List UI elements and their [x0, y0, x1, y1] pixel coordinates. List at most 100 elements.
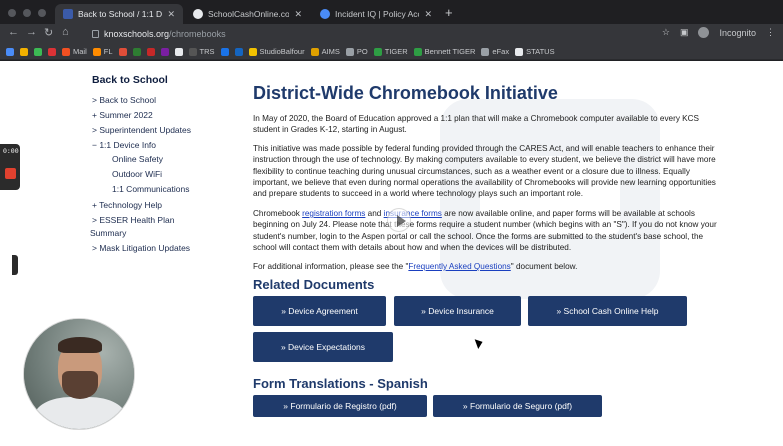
- address-bar[interactable]: knoxschools.org/chromebooks: [92, 27, 690, 41]
- sidebar-item-esser-summary[interactable]: Summary: [90, 228, 126, 238]
- forms-text: Chromebook: [253, 209, 303, 218]
- menu-dots-icon[interactable]: ⋮: [766, 27, 775, 38]
- url-path: /chromebooks: [169, 29, 226, 39]
- bookmark-item[interactable]: PO: [345, 47, 368, 56]
- recorder-drawer-handle[interactable]: [12, 255, 18, 275]
- bookmark-item[interactable]: [6, 47, 14, 56]
- tab-bar: Back to School / 1:1 Device Info ✕ Schoo…: [0, 0, 783, 24]
- registration-forms-link[interactable]: registration forms: [302, 209, 365, 218]
- close-icon[interactable]: ✕: [294, 9, 302, 20]
- bookmark-item[interactable]: [146, 47, 155, 56]
- video-play-icon[interactable]: [387, 208, 411, 232]
- home-icon[interactable]: ⌂: [62, 26, 69, 38]
- bookmark-item[interactable]: FL: [92, 47, 113, 56]
- bookmark-favicon-icon: [160, 47, 169, 56]
- bookmark-item[interactable]: TIGER: [373, 47, 408, 56]
- bookmark-item[interactable]: [48, 47, 56, 56]
- bookmark-item[interactable]: TRS: [188, 47, 215, 56]
- bookmark-label: Mail: [73, 47, 87, 56]
- close-icon[interactable]: ✕: [424, 9, 432, 20]
- bookmark-item[interactable]: [132, 47, 141, 56]
- window-controls[interactable]: [8, 9, 46, 17]
- bookmark-label: PO: [356, 47, 368, 56]
- sidebar-item-mask-litigation[interactable]: > Mask Litigation Updates: [92, 243, 190, 253]
- stop-recording-button[interactable]: [5, 168, 16, 179]
- bookmark-label: TIGER: [384, 47, 408, 56]
- bookmark-favicon-icon: [92, 47, 101, 56]
- bookmark-item[interactable]: [20, 47, 28, 56]
- faq-link[interactable]: Frequently Asked Questions: [408, 262, 510, 271]
- bookmark-item[interactable]: Bennett TIGER: [413, 47, 476, 56]
- bookmark-item[interactable]: StudioBalfour: [248, 47, 305, 56]
- sidebar-item-communications[interactable]: 1:1 Communications: [112, 184, 189, 194]
- webcam-bubble[interactable]: [23, 318, 135, 430]
- page-title: District-Wide Chromebook Initiative: [253, 83, 558, 103]
- sidebar-title: Back to School: [92, 74, 168, 86]
- profile-label[interactable]: Incognito: [719, 28, 756, 38]
- new-tab-icon[interactable]: +: [445, 5, 453, 20]
- bookmark-item[interactable]: eFax: [481, 47, 509, 56]
- tab-schoolcash[interactable]: SchoolCashOnline.com: Welc ✕: [185, 4, 310, 24]
- bookmark-label: STATUS: [526, 47, 555, 56]
- bookmark-label: Bennett TIGER: [424, 47, 476, 56]
- bookmark-favicon-icon: [6, 47, 14, 56]
- sidebar-item-superintendent-updates[interactable]: > Superintendent Updates: [92, 125, 191, 135]
- bookmark-favicon-icon: [234, 47, 243, 56]
- bookmark-item[interactable]: [174, 47, 183, 56]
- tab-favicon: [193, 9, 203, 19]
- sidebar-item-esser-health-plan[interactable]: > ESSER Health Plan: [92, 215, 174, 225]
- tab-incident-iq[interactable]: Incident IQ | Policy Acceptanc ✕: [312, 4, 440, 24]
- device-insurance-button[interactable]: » Device Insurance: [394, 296, 521, 326]
- sidebar-item-summer-2022[interactable]: + Summer 2022: [92, 110, 153, 120]
- bookmark-item[interactable]: Mail: [62, 47, 87, 56]
- back-arrow-icon[interactable]: ←: [8, 26, 19, 38]
- sidebar-item-back-to-school[interactable]: > Back to School: [92, 95, 156, 105]
- reload-icon[interactable]: ↻: [44, 26, 53, 39]
- school-cash-online-help-button[interactable]: » School Cash Online Help: [528, 296, 687, 326]
- bookmark-item[interactable]: AIMS: [310, 47, 340, 56]
- faq-text: " document below.: [510, 262, 578, 271]
- forward-arrow-icon[interactable]: →: [26, 26, 37, 38]
- sidebar-item-outdoor-wifi[interactable]: Outdoor WiFi: [112, 169, 162, 179]
- sidebar-item-technology-help[interactable]: + Technology Help: [92, 200, 162, 210]
- incognito-icon[interactable]: [698, 27, 710, 38]
- webcam-person-shirt: [34, 397, 126, 429]
- bookmark-item[interactable]: [220, 47, 229, 56]
- bookmark-label: eFax: [492, 47, 510, 56]
- mouse-cursor-icon: [474, 337, 485, 349]
- sidebar-item-online-safety[interactable]: Online Safety: [112, 154, 163, 164]
- forms-text: and: [365, 209, 384, 218]
- tab-favicon: [63, 9, 73, 19]
- bookmark-label: AIMS: [321, 47, 340, 56]
- bookmark-favicon-icon: [248, 47, 257, 56]
- bookmark-item[interactable]: [234, 47, 243, 56]
- sidepanel-icon[interactable]: ▣: [680, 27, 689, 38]
- faq-paragraph: For additional information, please see t…: [253, 261, 723, 272]
- bookmark-item[interactable]: [34, 47, 42, 56]
- bookmark-favicon-icon: [132, 47, 141, 56]
- webcam-person-hair: [58, 337, 102, 353]
- tab-title: SchoolCashOnline.com: Welc: [208, 9, 290, 19]
- bookmark-label: FL: [103, 47, 113, 56]
- bookmark-favicon-icon: [188, 47, 197, 56]
- bookmark-favicon-icon: [20, 47, 28, 56]
- bookmark-item[interactable]: STATUS: [515, 47, 555, 56]
- bookmark-favicon-icon: [62, 47, 70, 56]
- sidebar-item-device-info[interactable]: − 1:1 Device Info: [92, 140, 156, 150]
- bookmark-item[interactable]: [118, 47, 127, 56]
- url-host: knoxschools.org: [104, 29, 170, 39]
- bookmark-favicon-icon: [34, 47, 42, 56]
- tab-favicon: [320, 9, 330, 19]
- bookmark-favicon-icon: [220, 47, 229, 56]
- tab-back-to-school[interactable]: Back to School / 1:1 Device Info ✕: [55, 4, 183, 24]
- device-expectations-button[interactable]: » Device Expectations: [253, 332, 393, 362]
- tab-title: Incident IQ | Policy Acceptanc: [335, 9, 419, 19]
- bookmark-item[interactable]: [160, 47, 169, 56]
- insurance-form-spanish-button[interactable]: » Formulario de Seguro (pdf): [433, 395, 602, 417]
- bookmark-star-icon[interactable]: ☆: [662, 27, 670, 38]
- close-icon[interactable]: ✕: [167, 9, 175, 20]
- bookmark-favicon-icon: [48, 47, 56, 56]
- device-agreement-button[interactable]: » Device Agreement: [253, 296, 386, 326]
- registration-form-spanish-button[interactable]: » Formulario de Registro (pdf): [253, 395, 427, 417]
- intro-paragraph: In May of 2020, the Board of Education a…: [253, 114, 700, 135]
